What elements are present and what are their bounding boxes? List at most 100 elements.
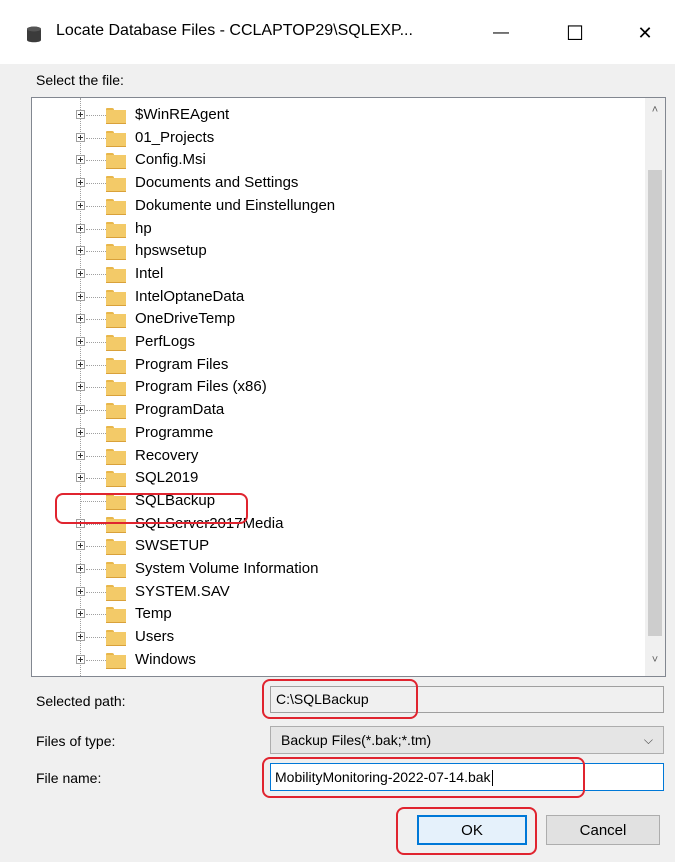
maximize-icon: ☐ bbox=[566, 22, 584, 45]
window-title: Locate Database Files - CCLAPTOP29\SQLEX… bbox=[56, 22, 413, 39]
folder-icon bbox=[106, 562, 126, 578]
tree-item[interactable]: SWSETUP bbox=[32, 535, 632, 557]
tree-item[interactable]: Temp bbox=[32, 603, 632, 625]
expand-icon[interactable] bbox=[76, 268, 85, 278]
tree-item[interactable]: SQLServer2017Media bbox=[32, 513, 632, 535]
tree-item[interactable]: PerfLogs bbox=[32, 331, 632, 353]
folder-tree[interactable]: $WinREAgent 01_Projects Config.Msi Document… bbox=[31, 97, 666, 677]
scroll-down-icon[interactable]: ˅ bbox=[645, 650, 665, 670]
tree-item[interactable]: $WinREAgent bbox=[32, 104, 632, 126]
maximize-button[interactable]: ☐ bbox=[560, 20, 590, 46]
tree-item[interactable]: Recovery bbox=[32, 445, 632, 467]
tree-item[interactable]: Documents and Settings bbox=[32, 172, 632, 194]
tree-item-label: Program Files bbox=[135, 355, 229, 373]
expand-icon[interactable] bbox=[76, 382, 85, 392]
cancel-button[interactable]: Cancel bbox=[546, 815, 660, 845]
file-name-input[interactable]: MobilityMonitoring-2022-07-14.bak bbox=[270, 763, 664, 791]
scroll-up-icon[interactable]: ˄ bbox=[645, 100, 665, 120]
vertical-scrollbar[interactable]: ˄ ˅ bbox=[645, 98, 665, 676]
minimize-button[interactable]: — bbox=[486, 20, 516, 46]
tree-connector bbox=[86, 614, 106, 616]
tree-connector bbox=[86, 432, 106, 434]
tree-item-label: OneDriveTemp bbox=[135, 310, 236, 328]
tree-item[interactable]: OneDriveTemp bbox=[32, 308, 632, 330]
expand-icon[interactable] bbox=[76, 541, 85, 551]
tree-connector bbox=[86, 591, 106, 593]
tree-item[interactable]: IntelOptaneData bbox=[32, 286, 632, 308]
tree-item-label: Programme bbox=[135, 423, 214, 441]
expand-icon[interactable] bbox=[76, 110, 85, 119]
expand-icon[interactable] bbox=[76, 450, 85, 460]
folder-icon bbox=[106, 312, 126, 329]
expand-icon[interactable] bbox=[76, 178, 85, 188]
expand-icon[interactable] bbox=[76, 291, 85, 301]
files-of-type-select[interactable]: Backup Files(*.bak;*.tm) ⌵ bbox=[270, 726, 664, 754]
tree-item-label: Temp bbox=[135, 605, 172, 623]
tree-connector bbox=[86, 478, 106, 480]
tree-connector bbox=[86, 546, 106, 548]
expand-icon[interactable] bbox=[76, 223, 85, 233]
tree-item[interactable]: Program Files (x86) bbox=[32, 376, 632, 398]
tree-item[interactable]: SQLBackup bbox=[32, 490, 632, 512]
title-bar: Locate Database Files - CCLAPTOP29\SQLEX… bbox=[0, 0, 675, 64]
expand-icon[interactable] bbox=[76, 518, 85, 528]
folder-icon bbox=[106, 153, 126, 170]
tree-item-label: SQLServer2017Media bbox=[135, 514, 284, 532]
folder-icon bbox=[106, 584, 126, 601]
expand-icon[interactable] bbox=[76, 337, 85, 346]
expand-icon[interactable] bbox=[76, 586, 85, 596]
expand-icon[interactable] bbox=[76, 405, 85, 415]
tree-item[interactable]: System Volume Information bbox=[32, 558, 632, 580]
tree-item-label: System Volume Information bbox=[135, 560, 319, 577]
ok-button[interactable]: OK bbox=[417, 815, 527, 845]
tree-item[interactable]: Dokumente und Einstellungen bbox=[32, 195, 632, 217]
expand-icon[interactable] bbox=[76, 654, 85, 664]
folder-icon bbox=[106, 425, 126, 442]
tree-item[interactable]: SYSTEM.SAV bbox=[32, 581, 632, 603]
tree-item[interactable]: Program Files bbox=[32, 354, 632, 376]
tree-connector bbox=[86, 387, 106, 389]
close-button[interactable]: ✕ bbox=[630, 20, 660, 46]
tree-connector bbox=[86, 160, 106, 162]
folder-icon bbox=[106, 471, 126, 488]
tree-item[interactable]: Intel bbox=[32, 263, 632, 285]
folder-icon bbox=[106, 176, 126, 193]
expand-icon[interactable] bbox=[76, 473, 85, 483]
tree-item[interactable]: 01_Projects bbox=[32, 127, 632, 149]
tree-item[interactable]: ProgramData bbox=[32, 399, 632, 421]
tree-item-label: hp bbox=[135, 219, 152, 237]
folder-icon bbox=[106, 221, 126, 238]
tree-item-label: PerfLogs bbox=[135, 333, 196, 350]
folder-icon bbox=[106, 335, 126, 351]
tree-connector bbox=[86, 637, 106, 639]
selected-path-field: C:\SQLBackup bbox=[270, 686, 664, 713]
file-name-value: MobilityMonitoring-2022-07-14.bak bbox=[275, 769, 491, 785]
tree-item[interactable]: SQL2019 bbox=[32, 467, 632, 489]
expand-icon[interactable] bbox=[76, 564, 85, 573]
tree-item[interactable]: Programme bbox=[32, 422, 632, 444]
tree-item[interactable]: hpswsetup bbox=[32, 240, 632, 262]
tree-item-label: SWSETUP bbox=[135, 537, 210, 555]
tree-connector bbox=[86, 137, 106, 139]
scrollbar-thumb[interactable] bbox=[648, 170, 662, 636]
tree-item-label: Program Files (x86) bbox=[135, 378, 267, 396]
expand-icon[interactable] bbox=[76, 155, 85, 165]
files-of-type-value: Backup Files(*.bak;*.tm) bbox=[281, 732, 432, 748]
expand-icon[interactable] bbox=[76, 427, 85, 437]
tree-item-label: Documents and Settings bbox=[135, 174, 299, 192]
expand-icon[interactable] bbox=[76, 132, 85, 142]
tree-connector bbox=[86, 364, 106, 366]
expand-icon[interactable] bbox=[76, 609, 85, 619]
expand-icon[interactable] bbox=[76, 246, 85, 256]
tree-connector bbox=[86, 296, 106, 298]
expand-icon[interactable] bbox=[76, 632, 85, 642]
tree-item[interactable]: Windows bbox=[32, 649, 632, 671]
tree-item[interactable]: Config.Msi bbox=[32, 149, 632, 171]
expand-icon[interactable] bbox=[76, 359, 85, 369]
tree-connector bbox=[86, 342, 106, 343]
expand-icon[interactable] bbox=[76, 314, 85, 324]
folder-icon bbox=[106, 403, 126, 420]
expand-icon[interactable] bbox=[76, 200, 85, 210]
tree-item[interactable]: hp bbox=[32, 218, 632, 240]
tree-item[interactable]: Users bbox=[32, 626, 632, 648]
